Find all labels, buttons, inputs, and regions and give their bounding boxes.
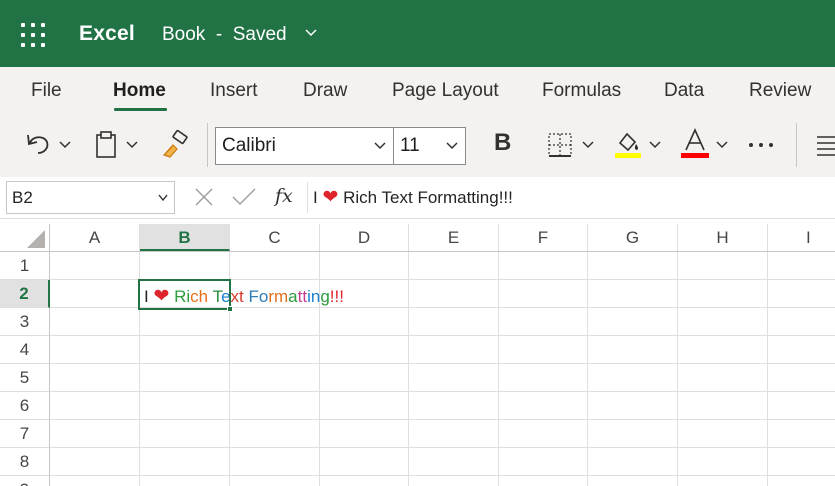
fill-color-dropdown-chevron-icon[interactable] [648, 140, 662, 150]
chevron-down-icon[interactable] [304, 28, 318, 38]
title-bar: Excel Book - Saved [0, 0, 835, 67]
rich-text-run: !!! [329, 287, 344, 306]
cancel-icon[interactable] [193, 186, 215, 208]
column-header-a[interactable]: A [50, 224, 140, 251]
column-header-row: A B C D E F G H I [0, 224, 835, 252]
chevron-down-icon [446, 142, 458, 150]
row-header-8[interactable]: 8 [0, 448, 50, 476]
gridline [50, 447, 835, 448]
paste-dropdown-chevron-icon[interactable] [125, 140, 139, 150]
tab-review[interactable]: Review [749, 80, 811, 102]
row-header-4[interactable]: 4 [0, 336, 50, 364]
row-header-2[interactable]: 2 [0, 280, 50, 308]
column-header-d[interactable]: D [320, 224, 409, 251]
rich-text-run: a [288, 287, 298, 306]
row-header-9[interactable]: 9 [0, 476, 50, 486]
gridline [50, 335, 835, 336]
formula-prefix: I [313, 188, 318, 207]
tab-page-layout[interactable]: Page Layout [392, 80, 499, 102]
gridline [408, 252, 409, 486]
undo-icon[interactable] [24, 129, 54, 159]
rich-text-run: g [320, 287, 330, 306]
tab-draw[interactable]: Draw [303, 80, 347, 102]
column-header-h[interactable]: H [678, 224, 768, 251]
rich-text-run: xt [230, 287, 244, 306]
rich-text-run: tt [297, 287, 308, 306]
row-header-1[interactable]: 1 [0, 252, 50, 280]
rich-text-run: in [307, 287, 321, 306]
column-header-b[interactable]: B [140, 224, 230, 251]
rich-text-run: Fo [248, 287, 269, 306]
formula-input[interactable]: I ❤ Rich Text Formatting!!! [313, 186, 513, 209]
ribbon: File Home Insert Draw Page Layout Formul… [0, 67, 835, 177]
gridline [677, 252, 678, 486]
gridline [587, 252, 588, 486]
formula-text: Rich Text Formatting!!! [343, 188, 513, 207]
bold-button[interactable]: B [494, 129, 511, 157]
active-tab-indicator [114, 108, 167, 111]
borders-icon[interactable] [546, 131, 574, 159]
active-cell-border [138, 279, 231, 310]
select-all-button[interactable] [0, 224, 50, 251]
row-header-3[interactable]: 3 [0, 308, 50, 336]
column-header-c[interactable]: C [230, 224, 320, 251]
more-icon[interactable] [747, 141, 777, 149]
row-header-5[interactable]: 5 [0, 364, 50, 392]
name-box-value: B2 [12, 188, 33, 207]
tab-insert[interactable]: Insert [210, 80, 258, 102]
rich-text-run: rm [268, 287, 289, 306]
gridline [50, 363, 835, 364]
format-painter-icon[interactable] [160, 129, 192, 161]
worksheet-grid[interactable]: A B C D E F G H I 1 2 3 4 5 6 7 8 9 I ❤ … [0, 224, 835, 486]
font-size-value: 11 [400, 135, 420, 156]
column-header-g[interactable]: G [588, 224, 678, 251]
heart-icon: ❤ [322, 187, 339, 208]
name-box[interactable]: B2 [6, 181, 175, 214]
row-header-6[interactable]: 6 [0, 392, 50, 420]
app-launcher-icon[interactable] [21, 23, 45, 47]
tab-formulas[interactable]: Formulas [542, 80, 621, 102]
check-icon[interactable] [231, 186, 257, 208]
paste-icon[interactable] [93, 130, 119, 160]
font-name-select[interactable]: Calibri [215, 127, 394, 165]
chevron-down-icon [158, 194, 168, 202]
gridline [498, 252, 499, 486]
font-color-icon[interactable] [678, 127, 712, 161]
insert-function-button[interactable]: fx [275, 185, 293, 207]
document-title[interactable]: Book - Saved [162, 24, 287, 46]
gridline [50, 419, 835, 420]
font-size-select[interactable]: 11 [393, 127, 466, 165]
tab-data[interactable]: Data [664, 80, 704, 102]
gridline [767, 252, 768, 486]
app-name[interactable]: Excel [79, 22, 135, 46]
undo-dropdown-chevron-icon[interactable] [58, 140, 72, 150]
chevron-down-icon [374, 142, 386, 150]
ribbon-separator [207, 123, 208, 167]
formula-bar: B2 fx I ❤ Rich Text Formatting!!! [0, 177, 835, 219]
font-name-value: Calibri [222, 135, 276, 156]
row-header-7[interactable]: 7 [0, 420, 50, 448]
column-header-f[interactable]: F [499, 224, 588, 251]
column-header-i[interactable]: I [768, 224, 835, 251]
font-color-dropdown-chevron-icon[interactable] [715, 140, 729, 150]
align-icon[interactable] [814, 131, 835, 159]
tab-file[interactable]: File [31, 80, 62, 102]
ribbon-separator [796, 123, 797, 167]
tab-home[interactable]: Home [113, 80, 166, 102]
formula-divider [307, 182, 308, 213]
column-header-e[interactable]: E [409, 224, 499, 251]
borders-dropdown-chevron-icon[interactable] [581, 140, 595, 150]
gridline [50, 391, 835, 392]
fill-color-icon[interactable] [612, 127, 644, 161]
fill-handle[interactable] [227, 306, 233, 312]
gridline [50, 475, 835, 476]
